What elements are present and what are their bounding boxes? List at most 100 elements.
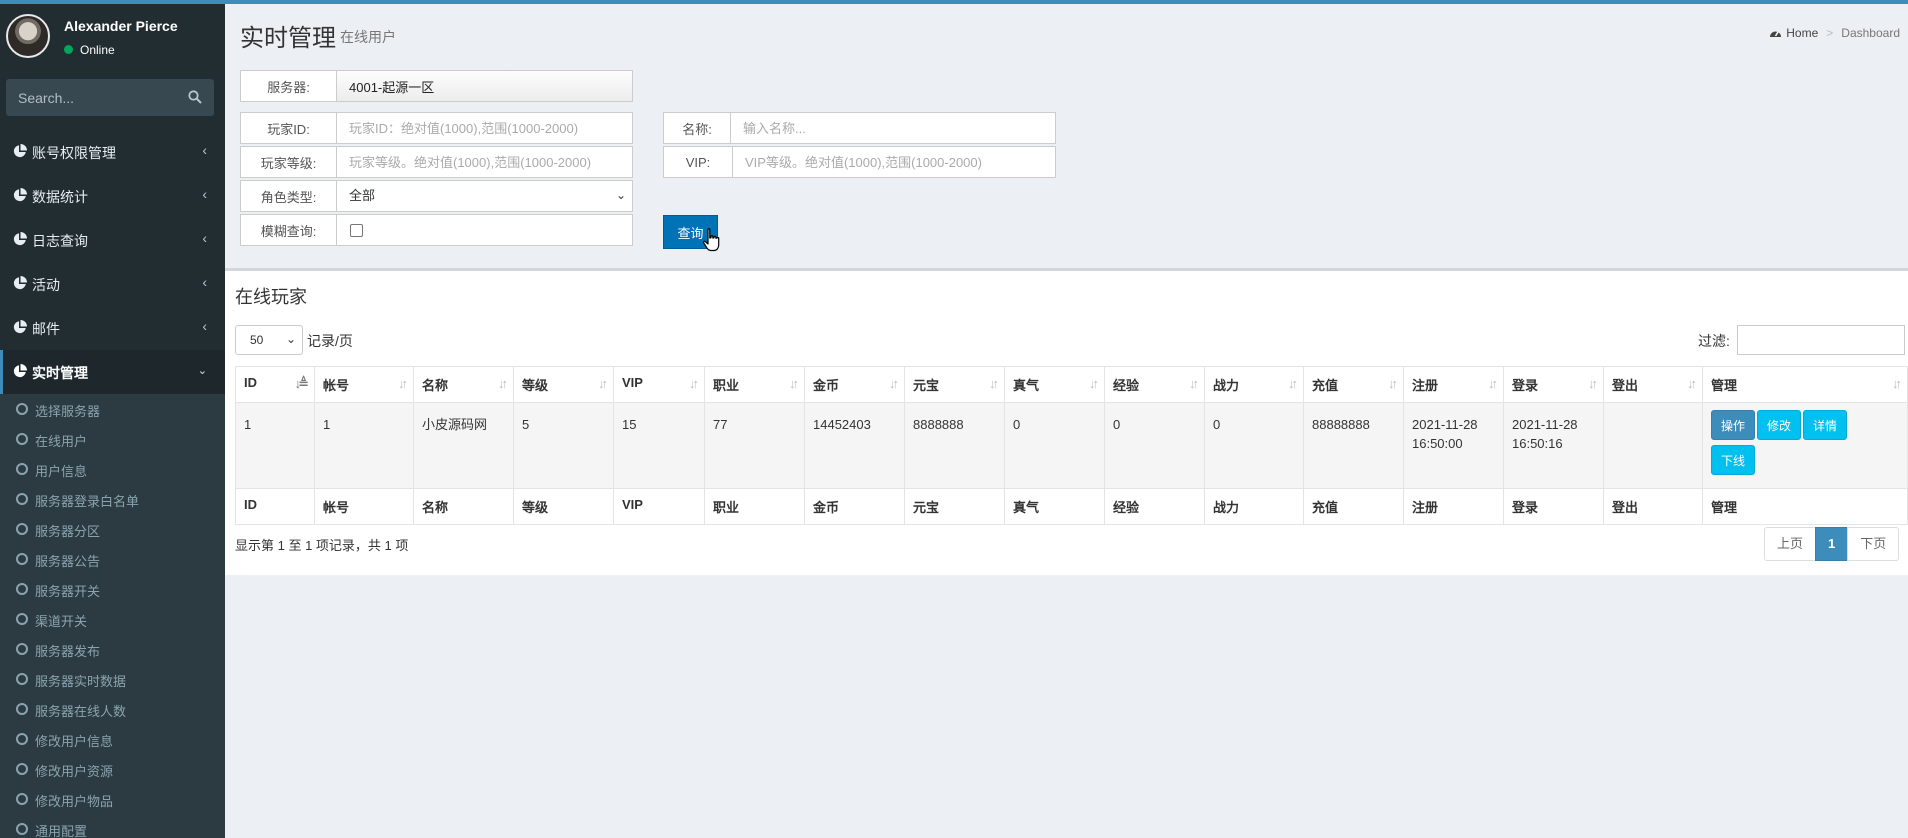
submenu-label: 选择服务器 xyxy=(35,404,101,419)
submenu-edit-user-resources[interactable]: 修改用户资源 xyxy=(0,754,225,784)
kick-offline-button[interactable]: 下线 xyxy=(1711,445,1756,475)
nav-item-mail[interactable]: 邮件 ‹ xyxy=(0,306,225,350)
avatar xyxy=(6,14,50,58)
user-status: Online xyxy=(64,43,115,57)
submenu-general-config[interactable]: 通用配置 xyxy=(0,814,225,838)
pagination: 上页 1 下页 xyxy=(1764,527,1900,561)
operate-button[interactable]: 操作 xyxy=(1711,410,1756,440)
submenu-online-users[interactable]: 在线用户 xyxy=(0,424,225,454)
vip-row: VIP: xyxy=(663,146,1056,178)
column-header-id[interactable]: ID ↓≜ xyxy=(235,366,315,403)
circle-icon xyxy=(16,703,28,715)
column-header-label: 登出 xyxy=(1612,378,1639,393)
cell-gold: 14452403 xyxy=(804,402,905,489)
name-input[interactable] xyxy=(731,113,1055,143)
column-header-power[interactable]: 战力 ↓↑ xyxy=(1204,366,1304,403)
sort-asc-icon: ↓≜ xyxy=(294,376,310,391)
page-1-button[interactable]: 1 xyxy=(1815,527,1849,561)
column-header-manage[interactable]: 管理 ↓↑ xyxy=(1702,366,1908,403)
column-header-label: 注册 xyxy=(1412,378,1439,393)
submenu-server-zones[interactable]: 服务器分区 xyxy=(0,514,225,544)
column-header-recharge[interactable]: 充值 ↓↑ xyxy=(1303,366,1404,403)
player-level-input[interactable] xyxy=(337,147,632,177)
table-footer-row: ID 帐号 名称 等级 VIP 职业 金币 元宝 真气 经验 战力 充值 注册 … xyxy=(235,488,1908,525)
page-length-select[interactable]: 50 ⌄ xyxy=(235,325,303,355)
nav-item-data-statistics[interactable]: 数据统计 ‹ xyxy=(0,174,225,218)
submenu-user-info[interactable]: 用户信息 xyxy=(0,454,225,484)
search-icon[interactable] xyxy=(188,90,202,104)
column-header-name[interactable]: 名称 ↓↑ xyxy=(413,366,514,403)
cell-yuanbao: 8888888 xyxy=(904,402,1005,489)
submenu-label: 服务器分区 xyxy=(35,524,101,539)
cell-recharge: 88888888 xyxy=(1303,402,1404,489)
nav-item-account-permissions[interactable]: 账号权限管理 ‹ xyxy=(0,130,225,174)
column-header-login[interactable]: 登录 ↓↑ xyxy=(1503,366,1604,403)
footer-gold: 金币 xyxy=(804,488,905,525)
column-header-gold[interactable]: 金币 ↓↑ xyxy=(804,366,905,403)
vip-label: VIP: xyxy=(664,147,733,177)
prev-page-button[interactable]: 上页 xyxy=(1764,527,1817,561)
submenu-label: 修改用户物品 xyxy=(35,794,114,809)
column-header-logout[interactable]: 登出 ↓↑ xyxy=(1603,366,1703,403)
circle-icon xyxy=(16,673,28,685)
page-length-suffix: 记录/页 xyxy=(307,333,353,349)
breadcrumb: Home > Dashboard xyxy=(1769,26,1900,40)
cell-name: 小皮源码网 xyxy=(413,402,514,489)
filter-label: 过滤: xyxy=(1698,333,1730,349)
submenu-server-publish[interactable]: 服务器发布 xyxy=(0,634,225,664)
role-type-select[interactable]: 全部 xyxy=(337,181,632,211)
hand-cursor-icon xyxy=(702,228,720,252)
column-header-zhenqi[interactable]: 真气 ↓↑ xyxy=(1004,366,1105,403)
nav-item-label: 数据统计 xyxy=(32,189,88,205)
submenu-channel-switch[interactable]: 渠道开关 xyxy=(0,604,225,634)
column-header-level[interactable]: 等级 ↓↑ xyxy=(513,366,614,403)
footer-id: ID xyxy=(235,488,315,525)
server-field[interactable] xyxy=(337,71,632,101)
nav-item-log-query[interactable]: 日志查询 ‹ xyxy=(0,218,225,262)
column-header-label: 等级 xyxy=(522,378,549,393)
submenu-edit-user-info[interactable]: 修改用户信息 xyxy=(0,724,225,754)
online-dot-icon xyxy=(64,45,73,54)
sidebar-search-input[interactable] xyxy=(6,79,181,116)
submenu-server-announcement[interactable]: 服务器公告 xyxy=(0,544,225,574)
submenu-select-server[interactable]: 选择服务器 xyxy=(0,394,225,424)
sort-icon: ↓↑ xyxy=(1488,376,1498,391)
vip-input[interactable] xyxy=(733,147,1055,177)
detail-button[interactable]: 详情 xyxy=(1803,410,1848,440)
column-header-label: 战力 xyxy=(1213,378,1240,393)
fuzzy-checkbox[interactable] xyxy=(350,224,363,237)
column-header-register[interactable]: 注册 ↓↑ xyxy=(1403,366,1504,403)
circle-icon xyxy=(16,583,28,595)
nav-item-activity[interactable]: 活动 ‹ xyxy=(0,262,225,306)
chevron-left-icon: ‹ xyxy=(202,186,207,202)
user-panel: Alexander Pierce Online xyxy=(0,4,225,70)
column-header-account[interactable]: 帐号 ↓↑ xyxy=(314,366,414,403)
player-id-input[interactable] xyxy=(337,113,632,143)
submenu-server-online-count[interactable]: 服务器在线人数 xyxy=(0,694,225,724)
submenu-label: 修改用户资源 xyxy=(35,764,114,779)
submenu-label: 在线用户 xyxy=(35,434,88,449)
filter-input[interactable] xyxy=(1737,325,1905,355)
submenu-login-whitelist[interactable]: 服务器登录白名单 xyxy=(0,484,225,514)
column-header-label: 元宝 xyxy=(913,378,940,393)
breadcrumb-home-link[interactable]: Home xyxy=(1786,26,1818,40)
submenu-server-switch[interactable]: 服务器开关 xyxy=(0,574,225,604)
cell-actions: 操作 修改 详情下线 xyxy=(1702,402,1908,489)
column-header-job[interactable]: 职业 ↓↑ xyxy=(704,366,805,403)
next-page-button[interactable]: 下页 xyxy=(1847,527,1900,561)
edit-button[interactable]: 修改 xyxy=(1757,410,1802,440)
footer-name: 名称 xyxy=(413,488,514,525)
column-header-yuanbao[interactable]: 元宝 ↓↑ xyxy=(904,366,1005,403)
submenu-server-realtime-data[interactable]: 服务器实时数据 xyxy=(0,664,225,694)
role-type-row: 角色类型: 全部 ⌄ xyxy=(240,180,633,212)
nav-item-realtime-management[interactable]: 实时管理 ⌄ xyxy=(0,350,225,394)
column-header-label: 金币 xyxy=(813,378,840,393)
column-header-vip[interactable]: VIP ↓↑ xyxy=(613,366,705,403)
submenu-label: 服务器在线人数 xyxy=(35,704,127,719)
submenu-edit-user-items[interactable]: 修改用户物品 xyxy=(0,784,225,814)
cell-id: 1 xyxy=(235,402,315,489)
column-header-exp[interactable]: 经验 ↓↑ xyxy=(1104,366,1205,403)
role-type-value: 全部 xyxy=(349,188,376,203)
circle-icon xyxy=(16,403,28,415)
online-players-box: 在线玩家 50 ⌄ 记录/页 过滤: ID ↓≜ 帐号 ↓↑ 名称 ↓↑ 等级 ↓↑ VI… xyxy=(225,268,1908,575)
